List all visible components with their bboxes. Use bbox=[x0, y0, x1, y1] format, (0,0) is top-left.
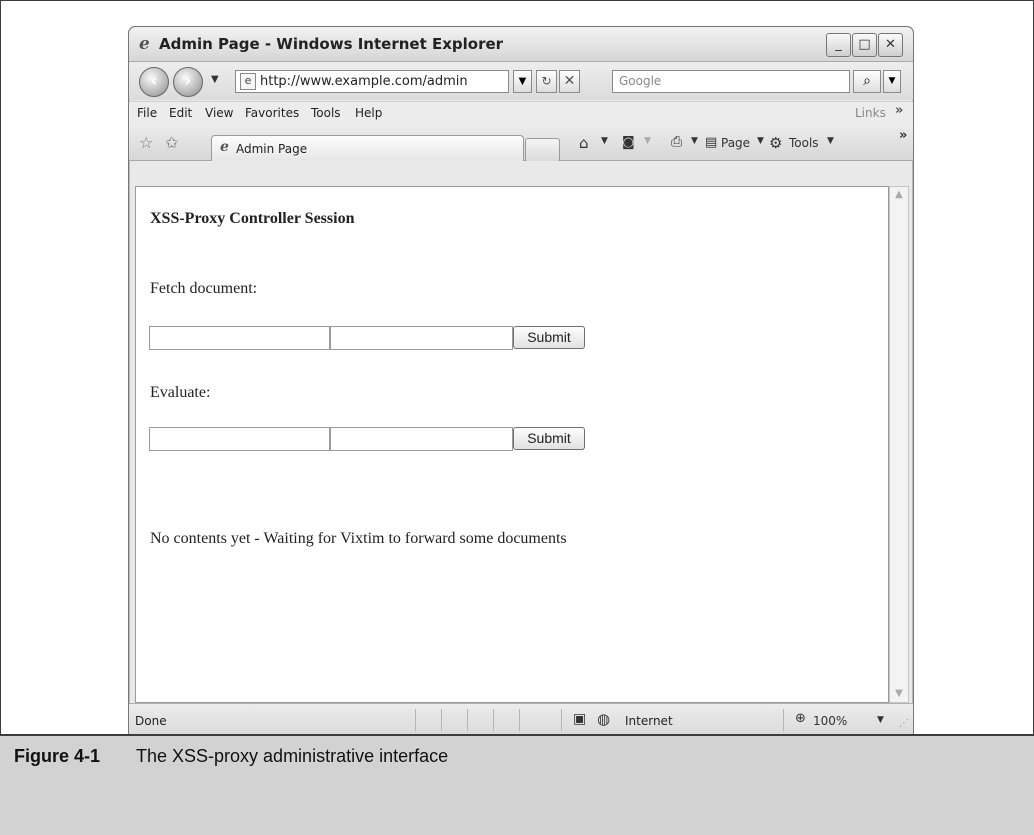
zoom-level[interactable]: 100% bbox=[813, 714, 847, 728]
scroll-up-icon[interactable]: ▲ bbox=[890, 187, 908, 203]
status-bar: Done ▣ ◍ Internet ⊕ 100% ▼ ⋰ bbox=[129, 703, 913, 737]
menu-favorites[interactable]: Favorites bbox=[245, 106, 299, 120]
feeds-dropdown-icon[interactable]: ▼ bbox=[644, 136, 651, 146]
feeds-icon[interactable]: ◙ bbox=[622, 135, 635, 150]
page-title: XSS-Proxy Controller Session bbox=[150, 210, 355, 227]
back-button[interactable]: ‹ bbox=[139, 67, 169, 97]
address-toolbar: ‹ › ▼ e http://www.example.com/admin ▼ ↻… bbox=[129, 62, 913, 100]
search-input[interactable]: Google bbox=[612, 70, 850, 93]
status-separator bbox=[467, 709, 468, 731]
status-separator bbox=[415, 709, 416, 731]
resize-grip-icon[interactable]: ⋰ bbox=[899, 718, 909, 729]
address-dropdown-icon[interactable]: ▼ bbox=[513, 70, 532, 93]
history-dropdown-icon[interactable]: ▼ bbox=[211, 74, 219, 85]
page-icon: e bbox=[240, 73, 256, 90]
tools-dropdown-icon[interactable]: ▼ bbox=[827, 136, 834, 146]
status-separator bbox=[561, 709, 562, 731]
page-content: XSS-Proxy Controller Session Fetch docum… bbox=[135, 186, 889, 703]
title-bar: e Admin Page - Windows Internet Explorer… bbox=[129, 27, 913, 62]
page-dropdown-icon[interactable]: ▼ bbox=[757, 136, 764, 146]
figure-number: Figure 4-1 bbox=[14, 746, 101, 766]
menu-bar: File Edit View Favorites Tools Help Link… bbox=[129, 101, 913, 126]
search-options-icon[interactable]: ▼ bbox=[883, 70, 901, 93]
evaluate-input-2[interactable] bbox=[330, 427, 513, 451]
favorites-star-icon[interactable]: ☆ bbox=[139, 133, 153, 152]
figure-caption-bar: Figure 4-1 The XSS-proxy administrative … bbox=[0, 734, 1034, 835]
home-dropdown-icon[interactable]: ▼ bbox=[601, 136, 608, 146]
menu-file[interactable]: File bbox=[137, 106, 157, 120]
chevron-right-icon[interactable]: » bbox=[899, 128, 907, 143]
figure-caption: The XSS-proxy administrative interface bbox=[136, 746, 449, 766]
print-icon[interactable]: ⎙ bbox=[671, 134, 682, 150]
gear-icon[interactable]: ⚙ bbox=[769, 134, 782, 152]
menu-view[interactable]: View bbox=[205, 106, 233, 120]
fetch-input-1[interactable] bbox=[149, 326, 330, 350]
ie-logo-icon: e bbox=[139, 34, 150, 54]
page-menu-icon[interactable]: ▤ bbox=[705, 135, 717, 150]
address-bar[interactable]: e http://www.example.com/admin bbox=[235, 70, 509, 93]
maximize-button[interactable]: □ bbox=[852, 33, 877, 57]
tab-admin-page[interactable]: e Admin Page bbox=[211, 135, 524, 161]
ie-page-icon: e bbox=[220, 139, 229, 155]
scroll-down-icon[interactable]: ▼ bbox=[890, 686, 908, 702]
status-separator bbox=[441, 709, 442, 731]
minimize-button[interactable]: _ bbox=[826, 33, 851, 57]
fetch-document-label: Fetch document: bbox=[150, 280, 258, 297]
refresh-icon[interactable]: ↻ bbox=[536, 70, 557, 93]
status-separator bbox=[493, 709, 494, 731]
chevron-right-icon[interactable]: » bbox=[895, 103, 903, 118]
home-icon[interactable]: ⌂ bbox=[579, 134, 589, 152]
globe-icon: ◍ bbox=[597, 710, 611, 728]
evaluate-submit-button[interactable]: Submit bbox=[513, 427, 585, 450]
zoom-icon: ⊕ bbox=[795, 711, 806, 726]
tab-label: Admin Page bbox=[236, 142, 308, 156]
fetch-submit-button[interactable]: Submit bbox=[513, 326, 585, 349]
tab-row: ☆ ✩ e Admin Page ⌂ ▼ ◙ ▼ ⎙ ▼ ▤ Page ▼ ⚙ … bbox=[129, 125, 913, 161]
close-button[interactable]: ✕ bbox=[878, 33, 903, 57]
window-title: Admin Page - Windows Internet Explorer bbox=[159, 35, 504, 53]
stop-icon[interactable]: ✕ bbox=[559, 70, 580, 93]
security-zone[interactable]: Internet bbox=[625, 714, 673, 728]
evaluate-input-1[interactable] bbox=[149, 427, 330, 451]
page-menu[interactable]: Page bbox=[721, 136, 750, 150]
address-url[interactable]: http://www.example.com/admin bbox=[260, 74, 468, 89]
links-label[interactable]: Links bbox=[855, 106, 886, 120]
search-icon[interactable]: ⌕ bbox=[853, 70, 881, 93]
zoom-dropdown-icon[interactable]: ▼ bbox=[877, 715, 884, 725]
browser-window: e Admin Page - Windows Internet Explorer… bbox=[128, 26, 914, 738]
status-text: Done bbox=[135, 714, 167, 728]
search-placeholder: Google bbox=[619, 74, 662, 88]
forward-button[interactable]: › bbox=[173, 67, 203, 97]
print-dropdown-icon[interactable]: ▼ bbox=[691, 136, 698, 146]
menu-edit[interactable]: Edit bbox=[169, 106, 192, 120]
menu-help[interactable]: Help bbox=[355, 106, 382, 120]
menu-tools[interactable]: Tools bbox=[311, 106, 341, 120]
status-separator bbox=[519, 709, 520, 731]
add-favorites-icon[interactable]: ✩ bbox=[165, 133, 178, 152]
protected-mode-icon[interactable]: ▣ bbox=[573, 711, 586, 727]
new-tab-button[interactable] bbox=[525, 138, 560, 161]
fetch-input-2[interactable] bbox=[330, 326, 513, 350]
status-separator bbox=[783, 709, 784, 731]
evaluate-label: Evaluate: bbox=[150, 384, 211, 401]
status-message: No contents yet - Waiting for Vixtim to … bbox=[150, 530, 567, 547]
vertical-scrollbar[interactable]: ▲ ▼ bbox=[889, 186, 909, 703]
tools-menu[interactable]: Tools bbox=[789, 136, 819, 150]
